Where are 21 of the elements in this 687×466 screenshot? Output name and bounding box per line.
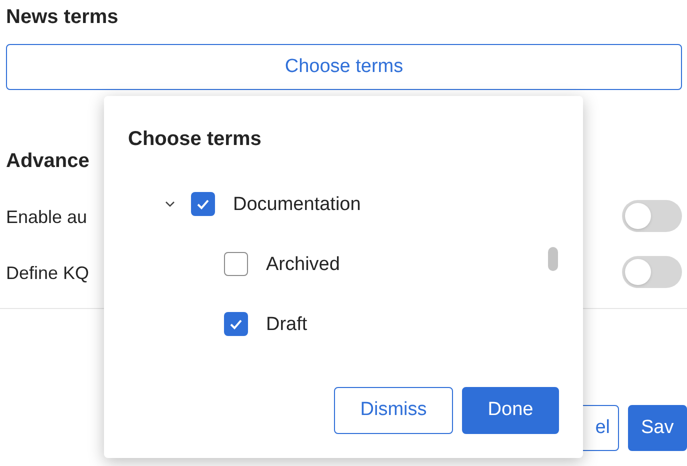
footer-button[interactable]: Sav	[628, 405, 687, 451]
section-title: Advance	[6, 149, 90, 174]
toggle-switch[interactable]	[622, 256, 682, 288]
dialog-button[interactable]: Dismiss	[334, 387, 453, 434]
checkbox[interactable]	[224, 252, 248, 276]
choose-terms-button[interactable]: Choose terms	[6, 44, 682, 90]
tree-item-label: Documentation	[233, 193, 361, 217]
tree-item-label: Draft	[266, 313, 308, 337]
dialog-button[interactable]: Done	[462, 387, 559, 434]
checkbox[interactable]	[191, 192, 215, 216]
dialog-title: Choose terms	[128, 127, 262, 152]
setting-label: Enable au	[6, 206, 88, 229]
checkbox[interactable]	[224, 312, 248, 336]
section-title: News terms	[6, 5, 118, 30]
scrollbar-thumb[interactable]	[548, 247, 558, 271]
tree-item-label: Archived	[266, 253, 340, 277]
chevron-down-icon[interactable]	[165, 199, 175, 209]
checkmark-icon	[229, 317, 243, 331]
toggle-switch[interactable]	[622, 200, 682, 232]
checkmark-icon	[196, 197, 210, 211]
setting-label: Define KQ	[6, 262, 90, 285]
